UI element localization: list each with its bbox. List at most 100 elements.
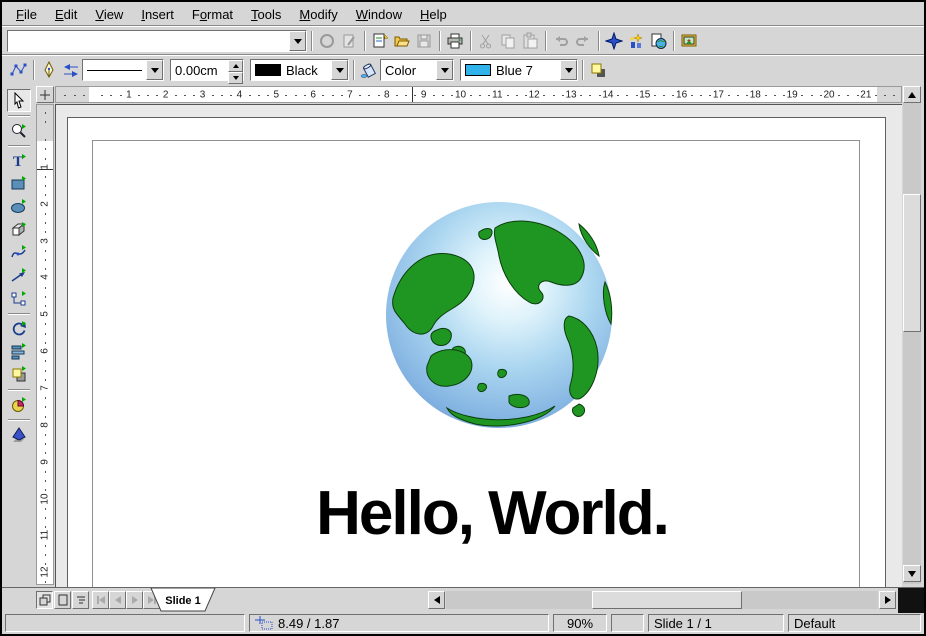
line-style-dropdown-button[interactable] xyxy=(146,60,163,80)
tool-bar: T xyxy=(2,84,35,587)
modified-flag-cell xyxy=(611,614,644,632)
new-document-icon[interactable] xyxy=(369,30,391,52)
hyperlink-icon[interactable] xyxy=(647,30,669,52)
insert-tool[interactable] xyxy=(7,393,31,416)
undo-icon xyxy=(550,30,572,52)
object-bar: 0.00cm Black Color Blue 7 xyxy=(2,55,924,84)
drawing-canvas[interactable]: Hello, World. xyxy=(55,104,902,587)
print-icon[interactable] xyxy=(444,30,466,52)
menu-file[interactable]: File xyxy=(8,4,45,25)
horizontal-ruler[interactable]: 123456789101112131415161718192021 xyxy=(55,86,902,103)
vertical-scrollbar[interactable] xyxy=(903,86,921,584)
page-style-cell[interactable]: Default xyxy=(788,614,921,632)
slide-count-cell: Slide 1 / 1 xyxy=(648,614,784,632)
previous-slide-button[interactable] xyxy=(109,591,126,609)
align-tool[interactable] xyxy=(7,340,31,363)
menu-window[interactable]: Window xyxy=(348,4,410,25)
vertical-scroll-thumb[interactable] xyxy=(903,194,921,332)
main-area: T xyxy=(2,84,924,587)
h-ruler-number-11: 11 xyxy=(492,90,502,101)
wizard-icon[interactable] xyxy=(625,30,647,52)
vertical-cursor-indicator xyxy=(37,169,53,170)
menu-help[interactable]: Help xyxy=(412,4,455,25)
v-ruler-number-11: 11 xyxy=(40,530,51,540)
h-ruler-number-8: 8 xyxy=(384,90,390,101)
separator xyxy=(582,60,583,80)
spin-down-button[interactable] xyxy=(228,72,243,84)
url-dropdown-button[interactable] xyxy=(289,31,306,51)
line-color-dropdown-button[interactable] xyxy=(331,60,348,80)
curve-tool[interactable] xyxy=(7,241,31,264)
first-slide-button[interactable] xyxy=(92,591,109,609)
connector-tool[interactable] xyxy=(7,287,31,310)
separator xyxy=(470,31,471,51)
fill-color-swatch xyxy=(465,64,491,76)
rotate-tool[interactable] xyxy=(7,317,31,340)
zoom-tool[interactable] xyxy=(7,119,31,142)
url-combobox[interactable] xyxy=(7,30,307,52)
separator xyxy=(598,31,599,51)
v-ruler-number-4: 4 xyxy=(40,275,51,281)
pen-icon[interactable] xyxy=(38,59,60,81)
spin-up-button[interactable] xyxy=(228,60,243,72)
line-style-combobox[interactable] xyxy=(82,59,164,81)
gallery-icon[interactable] xyxy=(678,30,700,52)
slide-tab-label: Slide 1 xyxy=(165,595,200,607)
h-ruler-number-13: 13 xyxy=(565,90,576,101)
fill-can-icon[interactable] xyxy=(358,59,380,81)
effects-tool[interactable] xyxy=(7,423,31,446)
text-tool[interactable]: T xyxy=(7,149,31,172)
arrange-tool[interactable] xyxy=(7,363,31,386)
hscroll-left-button[interactable] xyxy=(428,591,445,609)
horizontal-scrollbar[interactable] xyxy=(446,591,878,609)
h-ruler-number-12: 12 xyxy=(529,90,540,101)
slide-title-text[interactable]: Hello, World. xyxy=(192,478,792,549)
3d-object-tool[interactable] xyxy=(7,218,31,241)
line-tool[interactable] xyxy=(7,264,31,287)
slide-view-button[interactable] xyxy=(36,591,53,609)
v-ruler-number-10: 10 xyxy=(40,493,51,504)
select-tool[interactable] xyxy=(7,89,31,112)
rectangle-tool[interactable] xyxy=(7,172,31,195)
menu-insert[interactable]: Insert xyxy=(133,4,182,25)
separator xyxy=(364,31,365,51)
h-ruler-number-18: 18 xyxy=(750,90,761,101)
save-icon xyxy=(413,30,435,52)
h-ruler-number-21: 21 xyxy=(860,90,871,101)
cursor-position-value: 8.49 / 1.87 xyxy=(278,616,339,631)
menu-format[interactable]: Format xyxy=(184,4,241,25)
globe-image[interactable] xyxy=(383,198,615,432)
line-color-combobox[interactable]: Black xyxy=(250,59,349,81)
menu-edit[interactable]: Edit xyxy=(47,4,85,25)
shadow-icon[interactable] xyxy=(587,59,609,81)
scroll-up-button[interactable] xyxy=(903,86,921,103)
outline-view-button[interactable] xyxy=(72,591,89,609)
horizontal-cursor-indicator xyxy=(412,87,413,102)
fill-style-dropdown-button[interactable] xyxy=(436,60,453,80)
next-slide-button[interactable] xyxy=(126,591,143,609)
menu-tools[interactable]: Tools xyxy=(243,4,289,25)
notes-view-button[interactable] xyxy=(54,591,71,609)
line-width-value[interactable]: 0.00cm xyxy=(171,63,228,78)
horizontal-scroll-thumb[interactable] xyxy=(592,591,742,609)
ellipse-tool[interactable] xyxy=(7,195,31,218)
menu-modify[interactable]: Modify xyxy=(291,4,345,25)
fill-style-combobox[interactable]: Color xyxy=(380,59,454,81)
v-ruler-number-7: 7 xyxy=(40,385,51,391)
zoom-cell[interactable]: 90% xyxy=(553,614,607,632)
slide-tab[interactable]: Slide 1 xyxy=(150,588,216,613)
v-ruler-number-12: 12 xyxy=(40,567,51,578)
menu-view[interactable]: View xyxy=(87,4,131,25)
vertical-ruler[interactable]: 123456789101112 xyxy=(36,104,54,585)
scroll-down-button[interactable] xyxy=(903,565,921,582)
fill-color-combobox[interactable]: Blue 7 xyxy=(460,59,578,81)
fill-color-dropdown-button[interactable] xyxy=(560,60,577,80)
navigator-icon[interactable] xyxy=(603,30,625,52)
open-icon[interactable] xyxy=(391,30,413,52)
edit-points-icon[interactable] xyxy=(7,59,29,81)
separator xyxy=(8,389,30,390)
hscroll-right-button[interactable] xyxy=(879,591,896,609)
arrowheads-icon[interactable] xyxy=(60,59,82,81)
line-width-spinner[interactable]: 0.00cm xyxy=(170,59,244,81)
ruler-origin-button[interactable] xyxy=(36,86,54,103)
